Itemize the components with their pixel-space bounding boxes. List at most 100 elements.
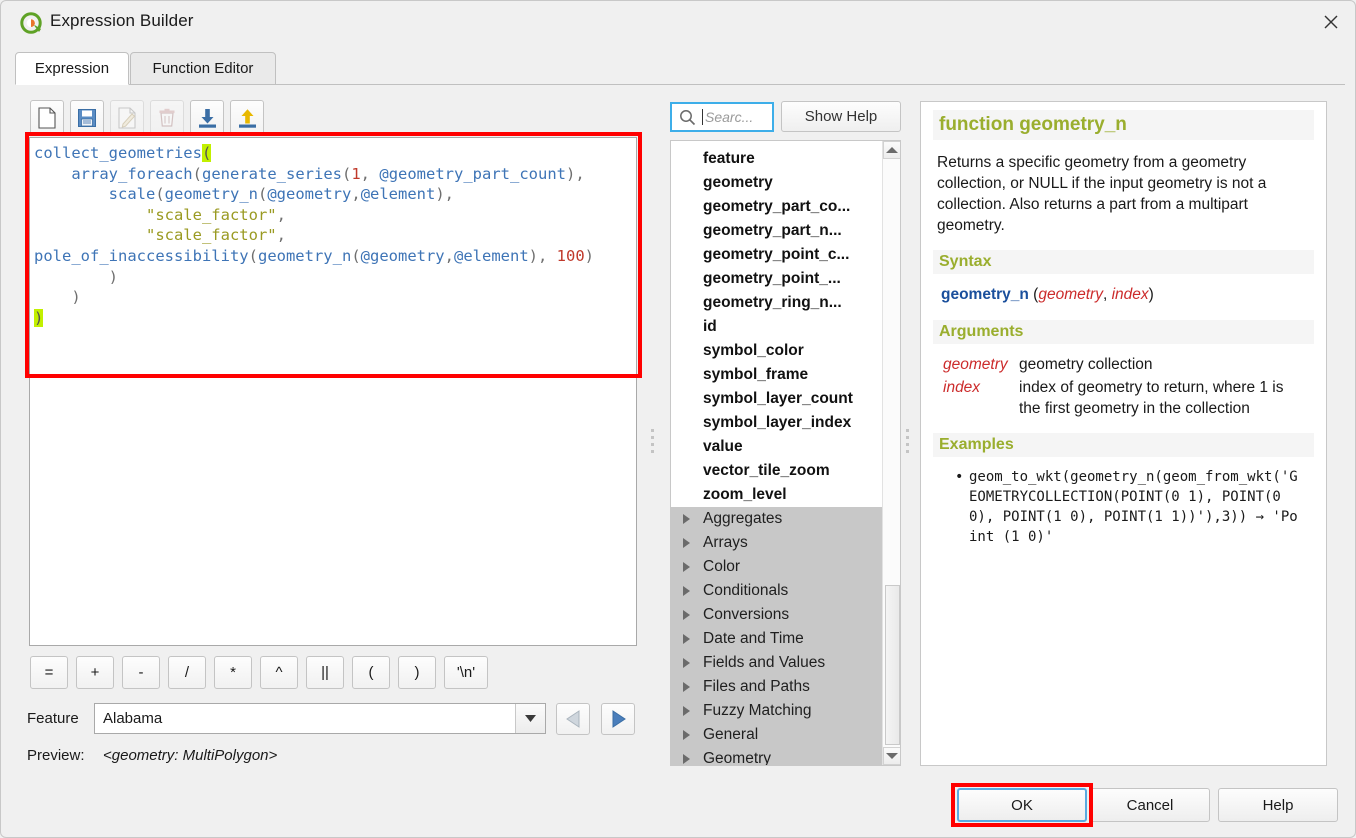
list-item-label: geometry_ring_n... xyxy=(703,294,842,312)
list-item[interactable]: feature xyxy=(671,147,883,171)
show-help-button[interactable]: Show Help xyxy=(781,101,901,132)
list-item[interactable]: symbol_frame xyxy=(671,363,883,387)
list-item[interactable]: Arrays xyxy=(671,531,883,555)
edit-expression-button[interactable] xyxy=(110,100,144,136)
chevron-down-icon[interactable] xyxy=(515,704,545,733)
dialog-button-bar: OK Cancel Help xyxy=(0,780,1356,830)
list-item[interactable]: id xyxy=(671,315,883,339)
operator-button-close-paren[interactable]: ) xyxy=(398,656,436,689)
operator-button-concat[interactable]: || xyxy=(306,656,344,689)
list-item[interactable]: Date and Time xyxy=(671,627,883,651)
operator-label: + xyxy=(91,664,100,681)
list-item-label: Conversions xyxy=(703,606,789,624)
list-item[interactable]: Fuzzy Matching xyxy=(671,699,883,723)
list-item[interactable]: Color xyxy=(671,555,883,579)
list-item[interactable]: geometry_point_c... xyxy=(671,243,883,267)
function-list[interactable]: feature geometry geometry_part_co... geo… xyxy=(670,140,901,766)
next-feature-button[interactable] xyxy=(601,703,635,735)
list-item-label: General xyxy=(703,726,758,744)
chevron-right-icon[interactable] xyxy=(683,682,690,692)
list-item[interactable]: symbol_layer_index xyxy=(671,411,883,435)
chevron-right-icon[interactable] xyxy=(683,754,690,764)
list-item[interactable]: value xyxy=(671,435,883,459)
help-arguments-heading: Arguments xyxy=(933,320,1314,344)
help-syntax-arg: geometry xyxy=(1038,286,1103,303)
list-item[interactable]: geometry xyxy=(671,171,883,195)
ok-button[interactable]: OK xyxy=(957,788,1087,822)
chevron-right-icon[interactable] xyxy=(683,730,690,740)
chevron-right-icon[interactable] xyxy=(683,586,690,596)
chevron-right-icon[interactable] xyxy=(683,562,690,572)
bullet-icon: • xyxy=(955,467,969,547)
help-argument-row: geometry geometry collection xyxy=(943,354,1306,375)
list-item[interactable]: symbol_layer_count xyxy=(671,387,883,411)
list-item-label: zoom_level xyxy=(703,486,787,504)
delete-expression-button[interactable] xyxy=(150,100,184,136)
scrollbar-thumb[interactable] xyxy=(885,585,900,745)
operator-label: || xyxy=(321,664,329,681)
help-button-label: Help xyxy=(1263,797,1294,814)
list-item[interactable]: vector_tile_zoom xyxy=(671,459,883,483)
list-item[interactable]: Fields and Values xyxy=(671,651,883,675)
splitter-left[interactable] xyxy=(650,425,655,451)
cancel-button-label: Cancel xyxy=(1127,797,1174,814)
list-item[interactable]: geometry_ring_n... xyxy=(671,291,883,315)
help-button[interactable]: Help xyxy=(1218,788,1338,822)
close-icon[interactable] xyxy=(1306,0,1356,44)
cancel-button[interactable]: Cancel xyxy=(1090,788,1210,822)
tab-function-editor[interactable]: Function Editor xyxy=(130,52,276,85)
search-caret xyxy=(702,109,703,125)
list-item[interactable]: General xyxy=(671,723,883,747)
operator-button-equals[interactable]: = xyxy=(30,656,68,689)
list-item[interactable]: Conversions xyxy=(671,603,883,627)
operator-button-power[interactable]: ^ xyxy=(260,656,298,689)
previous-feature-button[interactable] xyxy=(556,703,590,735)
operator-button-newline[interactable]: '\n' xyxy=(444,656,488,689)
list-item[interactable]: Aggregates xyxy=(671,507,883,531)
operator-button-multiply[interactable]: * xyxy=(214,656,252,689)
operator-button-divide[interactable]: / xyxy=(168,656,206,689)
chevron-right-icon[interactable] xyxy=(683,658,690,668)
new-expression-button[interactable] xyxy=(30,100,64,136)
splitter-right[interactable] xyxy=(905,425,910,451)
list-item[interactable]: geometry_point_... xyxy=(671,267,883,291)
list-item-label: Arrays xyxy=(703,534,748,552)
chevron-right-icon[interactable] xyxy=(683,514,690,524)
export-expressions-button[interactable] xyxy=(230,100,264,136)
help-description: Returns a specific geometry from a geome… xyxy=(937,152,1310,236)
list-item[interactable]: zoom_level xyxy=(671,483,883,507)
chevron-right-icon[interactable] xyxy=(683,706,690,716)
help-arguments-table: geometry geometry collection index index… xyxy=(943,354,1306,419)
scroll-down-button[interactable] xyxy=(883,747,901,765)
list-item-label: id xyxy=(703,318,717,336)
tab-expression-label: Expression xyxy=(35,60,109,77)
list-item[interactable]: geometry_part_n... xyxy=(671,219,883,243)
scroll-up-button[interactable] xyxy=(883,141,901,159)
expression-editor[interactable]: collect_geometries( array_foreach(genera… xyxy=(29,137,637,646)
tab-strip: Expression Function Editor xyxy=(15,52,1345,85)
search-input[interactable]: Searc... xyxy=(670,102,774,132)
title-bar: Expression Builder xyxy=(0,0,1356,45)
operator-button-minus[interactable]: - xyxy=(122,656,160,689)
list-item[interactable]: Files and Paths xyxy=(671,675,883,699)
list-item-label: Geometry xyxy=(703,750,771,766)
list-item-label: vector_tile_zoom xyxy=(703,462,830,480)
feature-combo[interactable]: Alabama xyxy=(94,703,546,734)
list-item[interactable]: geometry_part_co... xyxy=(671,195,883,219)
list-item-label: feature xyxy=(703,150,755,168)
operator-label: / xyxy=(185,664,189,681)
import-expressions-button[interactable] xyxy=(190,100,224,136)
operator-button-plus[interactable]: + xyxy=(76,656,114,689)
expression-text: collect_geometries( array_foreach(genera… xyxy=(34,143,632,328)
preview-value: <geometry: MultiPolygon> xyxy=(103,747,277,764)
chevron-right-icon[interactable] xyxy=(683,538,690,548)
function-list-scrollbar[interactable] xyxy=(882,141,900,765)
list-item[interactable]: symbol_color xyxy=(671,339,883,363)
list-item[interactable]: Conditionals xyxy=(671,579,883,603)
chevron-right-icon[interactable] xyxy=(683,610,690,620)
tab-expression[interactable]: Expression xyxy=(15,52,129,85)
list-item[interactable]: Geometry xyxy=(671,747,883,766)
save-expression-button[interactable] xyxy=(70,100,104,136)
operator-button-open-paren[interactable]: ( xyxy=(352,656,390,689)
chevron-right-icon[interactable] xyxy=(683,634,690,644)
